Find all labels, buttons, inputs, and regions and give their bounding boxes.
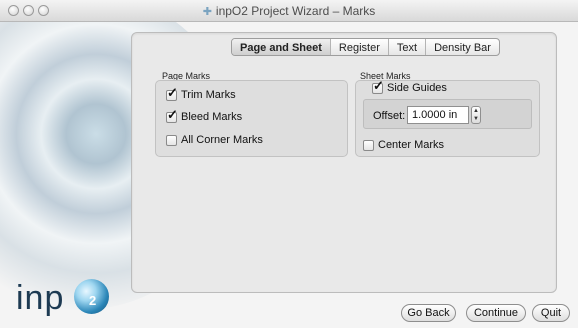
continue-button[interactable]: Continue	[466, 304, 526, 322]
stepper-up-icon[interactable]: ▲	[472, 107, 480, 115]
trim-marks-checkbox[interactable]: ✓ Trim Marks	[166, 85, 236, 101]
window-title-area: ✚ inpO2 Project Wizard – Marks	[0, 4, 578, 18]
side-guides-label: Side Guides	[387, 82, 447, 94]
window-title: inpO2 Project Wizard – Marks	[215, 4, 376, 18]
side-guides-checkbox[interactable]: ✓ Side Guides	[372, 78, 447, 94]
all-corner-marks-label: All Corner Marks	[181, 134, 263, 146]
title-bar[interactable]: ✚ inpO2 Project Wizard – Marks	[0, 0, 578, 22]
logo-text: inp	[16, 279, 65, 317]
tab-density-bar[interactable]: Density Bar	[426, 39, 499, 55]
trim-marks-label: Trim Marks	[181, 89, 236, 101]
tab-register[interactable]: Register	[331, 39, 389, 55]
offset-stepper[interactable]: ▲ ▼	[471, 106, 481, 124]
tab-page-and-sheet[interactable]: Page and Sheet	[232, 39, 331, 55]
bleed-marks-label: Bleed Marks	[181, 111, 243, 123]
quit-button[interactable]: Quit	[532, 304, 570, 322]
go-back-button[interactable]: Go Back	[401, 304, 456, 322]
checkbox-box[interactable]	[363, 139, 374, 151]
tab-bar: Page and Sheet Register Text Density Bar	[231, 38, 500, 56]
offset-field[interactable]	[407, 106, 469, 124]
stepper-down-icon[interactable]: ▼	[472, 115, 480, 123]
center-marks-label: Center Marks	[378, 139, 445, 151]
checkbox-box[interactable]: ✓	[372, 78, 384, 94]
checkmark-icon: ✓	[373, 77, 384, 93]
app-icon: ✚	[202, 6, 212, 18]
checkmark-icon: ✓	[167, 84, 178, 100]
offset-label: Offset:	[373, 110, 406, 122]
logo-subscript: 2	[89, 293, 97, 308]
checkbox-box[interactable]: ✓	[166, 85, 178, 101]
bleed-marks-checkbox[interactable]: ✓ Bleed Marks	[166, 107, 243, 123]
tab-text[interactable]: Text	[389, 39, 427, 55]
wizard-window: ✚ inpO2 Project Wizard – Marks Page and S…	[0, 0, 578, 328]
checkbox-box[interactable]	[166, 134, 177, 146]
checkbox-box[interactable]: ✓	[166, 107, 178, 123]
all-corner-marks-checkbox[interactable]: All Corner Marks	[166, 134, 263, 146]
checkmark-icon: ✓	[167, 106, 178, 122]
center-marks-checkbox[interactable]: Center Marks	[363, 139, 444, 151]
